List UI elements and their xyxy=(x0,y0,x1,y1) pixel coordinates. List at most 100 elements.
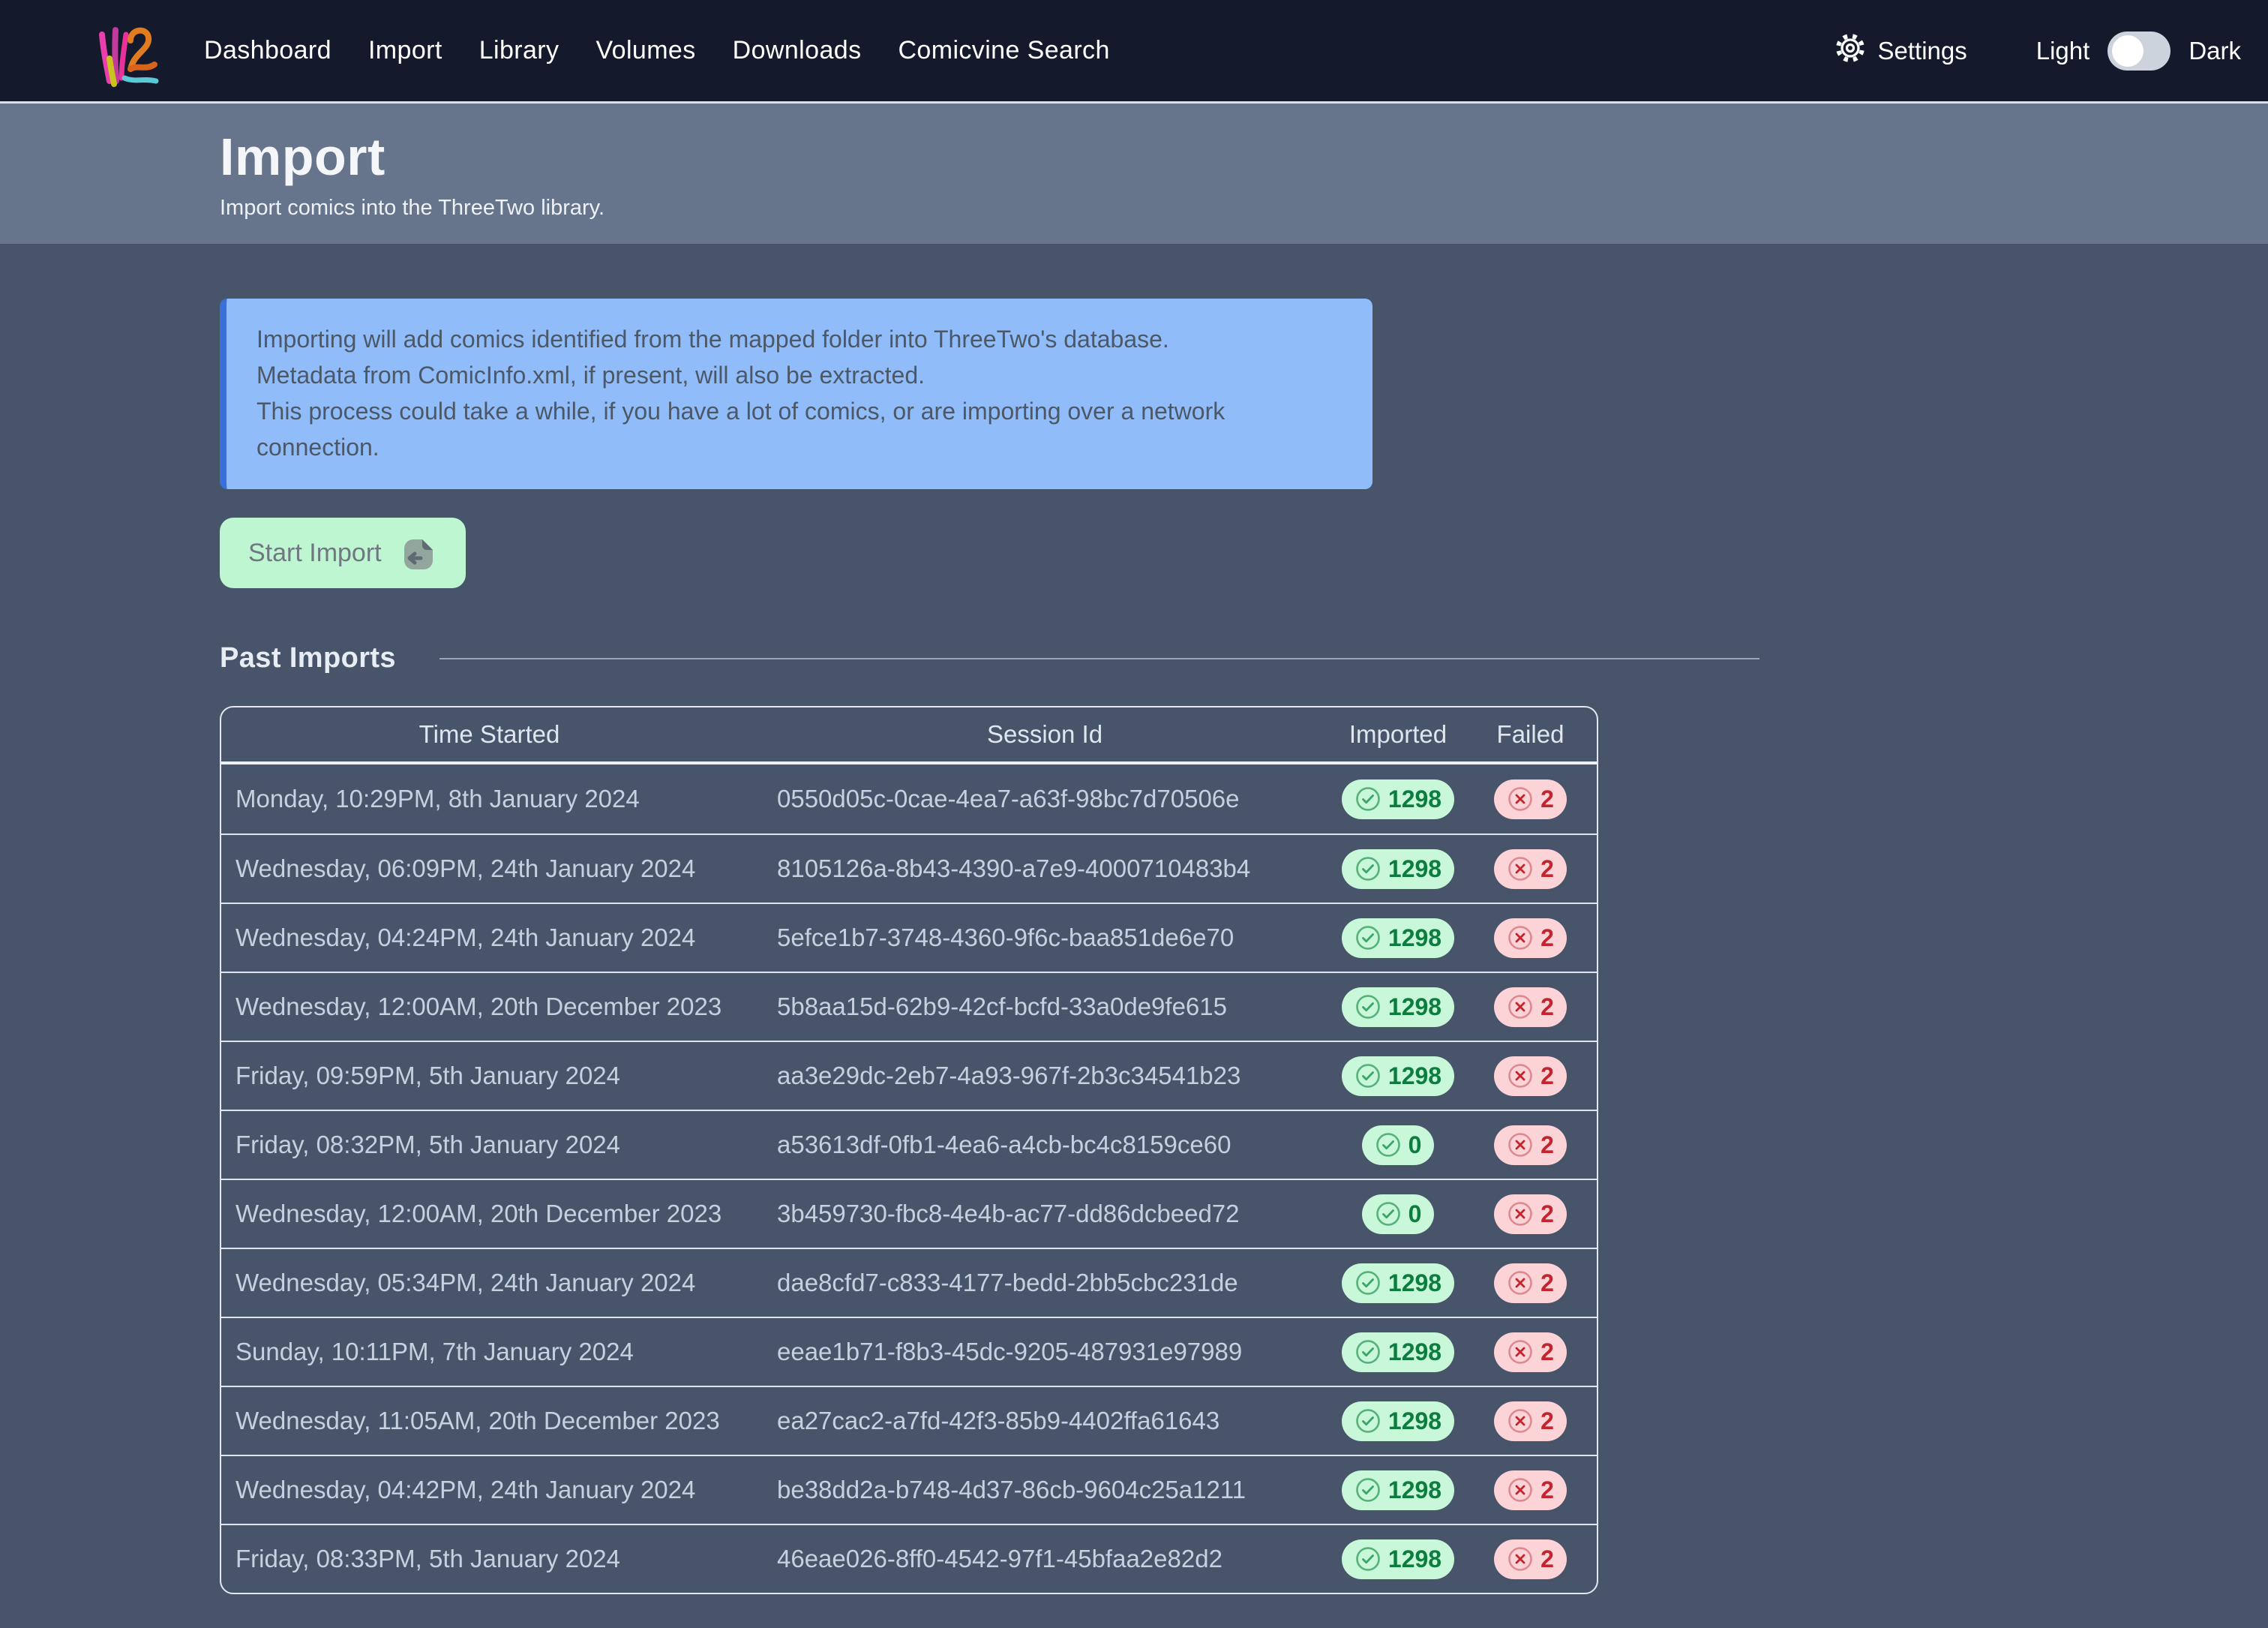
nav-item-library[interactable]: Library xyxy=(479,36,560,65)
x-circle-icon xyxy=(1507,1062,1534,1089)
failed-badge: 2 xyxy=(1494,1332,1567,1372)
check-circle-icon xyxy=(1354,1545,1382,1572)
section-divider xyxy=(440,658,1760,659)
failed-cell: 2 xyxy=(1464,764,1597,834)
imported-cell: 1298 xyxy=(1332,1386,1464,1455)
session-id-cell: ea27cac2-a7fd-42f3-85b9-4402ffa61643 xyxy=(758,1386,1332,1455)
navbar-right: Settings Light Dark xyxy=(1834,32,2242,71)
column-header-imported: Imported xyxy=(1332,707,1464,764)
imported-badge: 1298 xyxy=(1342,987,1454,1027)
x-circle-icon xyxy=(1507,1338,1534,1365)
failed-badge: 2 xyxy=(1494,1194,1567,1234)
failed-cell: 2 xyxy=(1464,1248,1597,1317)
failed-count: 2 xyxy=(1540,1062,1554,1090)
page-header: Import Import comics into the ThreeTwo l… xyxy=(0,104,2268,244)
table-row: Friday, 08:33PM, 5th January 202446eae02… xyxy=(221,1524,1597,1593)
session-id-cell: 3b459730-fbc8-4e4b-ac77-dd86dcbeed72 xyxy=(758,1179,1332,1248)
failed-count: 2 xyxy=(1540,1131,1554,1159)
nav-item-import[interactable]: Import xyxy=(368,36,442,65)
x-circle-icon xyxy=(1507,1476,1534,1503)
check-circle-icon xyxy=(1354,1476,1382,1503)
imported-badge: 1298 xyxy=(1342,1401,1454,1441)
imported-count: 1298 xyxy=(1388,855,1442,883)
check-circle-icon xyxy=(1375,1131,1402,1158)
start-import-button[interactable]: Start Import xyxy=(220,518,466,588)
session-id-cell: 46eae026-8ff0-4542-97f1-45bfaa2e82d2 xyxy=(758,1524,1332,1593)
imported-cell: 1298 xyxy=(1332,1524,1464,1593)
failed-cell: 2 xyxy=(1464,1524,1597,1593)
threetwo-logo[interactable] xyxy=(92,15,160,87)
failed-count: 2 xyxy=(1540,1200,1554,1228)
table-row: Monday, 10:29PM, 8th January 20240550d05… xyxy=(221,764,1597,834)
main-content: Importing will add comics identified fro… xyxy=(0,244,2268,1594)
table-row: Sunday, 10:11PM, 7th January 2024eeae1b7… xyxy=(221,1317,1597,1386)
notice-line: Importing will add comics identified fro… xyxy=(256,321,1340,357)
table-row: Friday, 08:32PM, 5th January 2024a53613d… xyxy=(221,1110,1597,1179)
imported-cell: 1298 xyxy=(1332,1248,1464,1317)
past-imports-table-body: Monday, 10:29PM, 8th January 20240550d05… xyxy=(221,764,1597,1593)
failed-count: 2 xyxy=(1540,1476,1554,1504)
check-circle-icon xyxy=(1354,1062,1382,1089)
time-started-cell: Wednesday, 05:34PM, 24th January 2024 xyxy=(221,1248,758,1317)
check-circle-icon xyxy=(1354,785,1382,812)
check-circle-icon xyxy=(1354,993,1382,1020)
time-started-cell: Friday, 09:59PM, 5th January 2024 xyxy=(221,1041,758,1110)
theme-dark-label: Dark xyxy=(2188,37,2241,65)
nav-item-dashboard[interactable]: Dashboard xyxy=(204,36,332,65)
x-circle-icon xyxy=(1507,1131,1534,1158)
failed-badge: 2 xyxy=(1494,987,1567,1027)
time-started-cell: Monday, 10:29PM, 8th January 2024 xyxy=(221,764,758,834)
failed-cell: 2 xyxy=(1464,1041,1597,1110)
imported-badge: 1298 xyxy=(1342,849,1454,889)
navbar-left: Dashboard Import Library Volumes Downloa… xyxy=(92,15,1147,87)
time-started-cell: Wednesday, 12:00AM, 20th December 2023 xyxy=(221,972,758,1041)
failed-cell: 2 xyxy=(1464,1386,1597,1455)
nav-item-comicvine-search[interactable]: Comicvine Search xyxy=(898,36,1109,65)
imported-count: 1298 xyxy=(1388,1407,1442,1435)
notice-line: Metadata from ComicInfo.xml, if present,… xyxy=(256,357,1340,393)
past-imports-header: Past Imports xyxy=(220,642,1760,674)
table-row: Wednesday, 12:00AM, 20th December 20235b… xyxy=(221,972,1597,1041)
theme-light-label: Light xyxy=(2036,37,2090,65)
session-id-cell: dae8cfd7-c833-4177-bedd-2bb5cbc231de xyxy=(758,1248,1332,1317)
time-started-cell: Wednesday, 04:42PM, 24th January 2024 xyxy=(221,1455,758,1524)
failed-cell: 2 xyxy=(1464,1110,1597,1179)
imported-cell: 1298 xyxy=(1332,1041,1464,1110)
table-row: Wednesday, 06:09PM, 24th January 2024810… xyxy=(221,834,1597,903)
failed-count: 2 xyxy=(1540,993,1554,1021)
nav-item-settings[interactable]: Settings xyxy=(1834,32,1967,71)
imported-count: 1298 xyxy=(1388,1062,1442,1090)
imported-count: 1298 xyxy=(1388,1476,1442,1504)
x-circle-icon xyxy=(1507,924,1534,951)
nav-item-downloads[interactable]: Downloads xyxy=(733,36,862,65)
column-header-failed: Failed xyxy=(1464,707,1597,764)
imported-cell: 1298 xyxy=(1332,834,1464,903)
session-id-cell: 8105126a-8b43-4390-a7e9-4000710483b4 xyxy=(758,834,1332,903)
table-row: Wednesday, 11:05AM, 20th December 2023ea… xyxy=(221,1386,1597,1455)
time-started-cell: Friday, 08:33PM, 5th January 2024 xyxy=(221,1524,758,1593)
top-navbar: Dashboard Import Library Volumes Downloa… xyxy=(0,0,2268,104)
time-started-cell: Wednesday, 11:05AM, 20th December 2023 xyxy=(221,1386,758,1455)
imported-cell: 0 xyxy=(1332,1110,1464,1179)
imported-badge: 1298 xyxy=(1342,918,1454,958)
past-imports-table: Time Started Session Id Imported Failed … xyxy=(220,706,1598,1594)
imported-badge: 0 xyxy=(1362,1194,1435,1234)
failed-count: 2 xyxy=(1540,924,1554,952)
past-imports-heading: Past Imports xyxy=(220,642,396,674)
failed-badge: 2 xyxy=(1494,1125,1567,1165)
imported-cell: 0 xyxy=(1332,1179,1464,1248)
session-id-cell: aa3e29dc-2eb7-4a93-967f-2b3c34541b23 xyxy=(758,1041,1332,1110)
x-circle-icon xyxy=(1507,1545,1534,1572)
imported-cell: 1298 xyxy=(1332,972,1464,1041)
column-header-session-id: Session Id xyxy=(758,707,1332,764)
failed-count: 2 xyxy=(1540,1269,1554,1297)
imported-badge: 1298 xyxy=(1342,1470,1454,1510)
imported-count: 1298 xyxy=(1388,1338,1442,1366)
nav-item-volumes[interactable]: Volumes xyxy=(596,36,695,65)
time-started-cell: Wednesday, 04:24PM, 24th January 2024 xyxy=(221,903,758,972)
table-row: Wednesday, 05:34PM, 24th January 2024dae… xyxy=(221,1248,1597,1317)
theme-toggle-group: Light Dark xyxy=(2036,32,2241,71)
theme-toggle-switch[interactable] xyxy=(2108,32,2170,71)
imported-badge: 1298 xyxy=(1342,1056,1454,1096)
imported-badge: 1298 xyxy=(1342,1263,1454,1303)
